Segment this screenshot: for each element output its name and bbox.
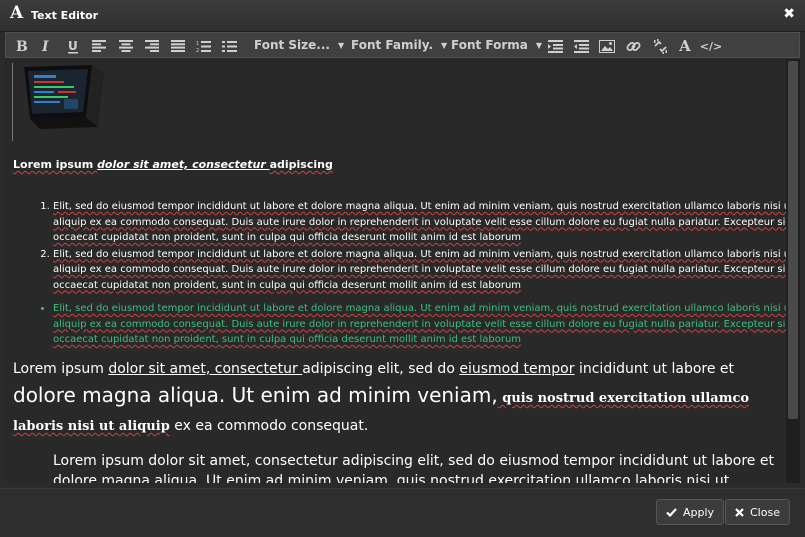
source-code-glyph: </> [699, 39, 723, 53]
underline-icon[interactable]: U [62, 36, 84, 56]
mixed-format-paragraph: Lorem ipsum dolor sit amet, consectetur … [13, 355, 783, 440]
dialog-footer: Apply Close [0, 488, 805, 537]
heading-part3: adipiscing [269, 158, 333, 171]
source-code-icon[interactable]: </> [700, 36, 722, 56]
list-item: Elit, sed do eiusmod tempor incididunt u… [53, 247, 786, 294]
heading-part2: dolor sit amet, consectetur [97, 158, 270, 171]
editor-toolbar: B I U 12 Font Size... ▼ Font Family. ▼ Fon… [5, 32, 800, 58]
align-left-icon[interactable] [88, 36, 110, 56]
blockquote: Lorem ipsum dolor sit amet, consectetur … [53, 453, 774, 483]
laptop-image [24, 65, 104, 129]
window-titlebar: A Text Editor ✖ [0, 0, 805, 32]
chevron-down-icon: ▼ [535, 41, 543, 50]
content-heading: Lorem ipsum dolor sit amet, consectetur … [13, 158, 333, 171]
check-icon [666, 507, 677, 517]
indent-icon[interactable] [544, 36, 566, 56]
para-part5: incididunt ut labore et [574, 361, 735, 377]
heading-part1: Lorem ipsum [13, 158, 98, 171]
chevron-down-icon: ▼ [441, 41, 448, 50]
svg-text:1: 1 [196, 41, 199, 47]
text-editor-icon: A [10, 3, 24, 23]
window-title: Text Editor [31, 9, 99, 22]
para-part1: Lorem ipsum [13, 361, 109, 377]
align-right-icon[interactable] [141, 36, 163, 56]
bullet-list: Elit, sed do eiusmod tempor incididunt u… [13, 301, 786, 348]
para-part8: ex ea commodo consequat. [169, 418, 369, 434]
bold-icon[interactable]: B [10, 36, 32, 56]
text-color-icon[interactable]: A [674, 36, 696, 56]
apply-label: Apply [683, 505, 715, 519]
ordered-list-icon[interactable]: 12 [192, 36, 214, 56]
link-icon[interactable] [622, 36, 644, 56]
font-family-dropdown[interactable]: Font Family. ▼ [351, 38, 447, 52]
close-button[interactable]: Close [725, 499, 790, 525]
image-icon[interactable] [596, 36, 618, 56]
italic-icon[interactable]: I [35, 36, 57, 56]
list-item: Elit, sed do eiusmod tempor incididunt u… [53, 199, 786, 246]
chevron-down-icon: ▼ [337, 41, 345, 50]
close-label: Close [750, 505, 780, 519]
close-icon [735, 507, 744, 517]
font-family-label: Font Family. [351, 38, 434, 52]
svg-text:2: 2 [196, 48, 199, 53]
text-color-glyph: A [679, 37, 691, 55]
unlink-icon[interactable] [649, 36, 671, 56]
image-caret-line [12, 63, 13, 141]
align-justify-icon[interactable] [167, 36, 189, 56]
editor-scrollbar[interactable] [786, 59, 800, 483]
close-icon[interactable]: ✖ [783, 6, 795, 22]
scrollbar-thumb[interactable] [788, 61, 798, 419]
editor-content-area[interactable]: Lorem ipsum dolor sit amet, consectetur … [5, 59, 786, 483]
font-size-label: Font Size... [254, 38, 330, 52]
list-item: Elit, sed do eiusmod tempor incididunt u… [53, 301, 786, 348]
align-center-icon[interactable] [115, 36, 137, 56]
para-part6: dolore magna aliqua. Ut enim ad minim ve… [13, 383, 498, 407]
para-part2: dolor sit amet, consectetur [108, 361, 303, 377]
apply-button[interactable]: Apply [656, 499, 725, 525]
font-format-label: Font Forma [451, 38, 528, 52]
para-part3: adipiscing elit, sed do [302, 361, 460, 377]
para-part4: eiusmod tempor [459, 361, 575, 377]
svg-text:B: B [16, 39, 28, 53]
outdent-icon[interactable] [570, 36, 592, 56]
font-format-dropdown[interactable]: Font Forma ▼ [451, 38, 542, 52]
font-size-dropdown[interactable]: Font Size... ▼ [254, 38, 344, 52]
svg-text:U: U [68, 39, 78, 53]
bullet-list-icon[interactable] [218, 36, 240, 56]
svg-text:I: I [41, 39, 49, 53]
ordered-list: Elit, sed do eiusmod tempor incididunt u… [13, 199, 786, 294]
